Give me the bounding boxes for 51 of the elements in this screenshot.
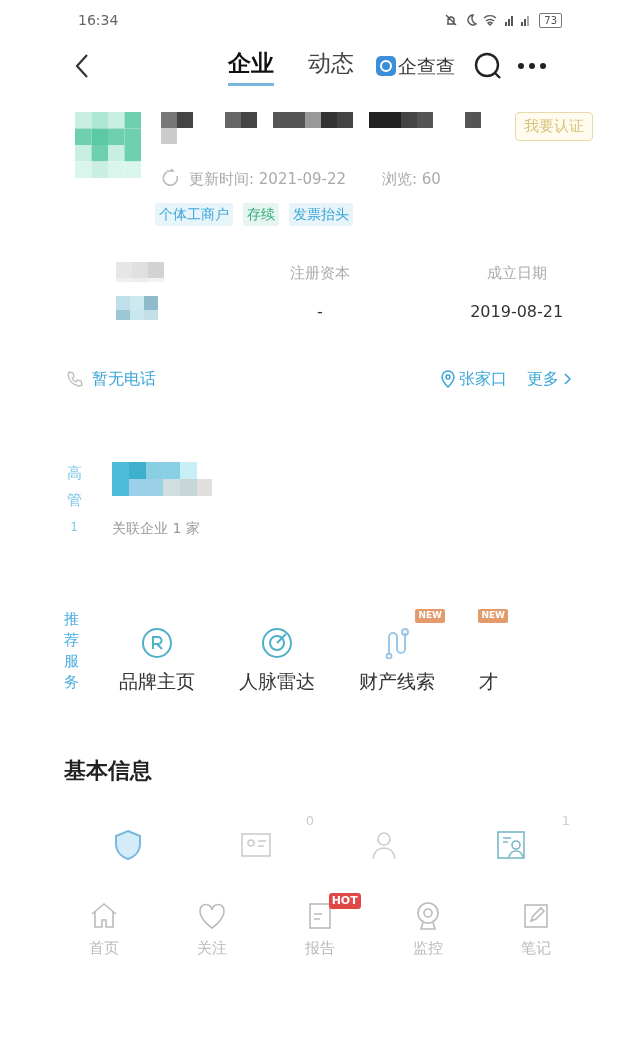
section-side-label: 推荐服务 <box>64 609 79 693</box>
registered-mark-icon <box>141 627 173 659</box>
location-link[interactable]: 张家口 <box>441 367 507 391</box>
tag: 发票抬头 <box>289 202 353 226</box>
executive-count: 1 <box>70 519 78 536</box>
hot-badge: HOT <box>328 892 361 909</box>
shield-icon[interactable] <box>112 828 144 861</box>
location-pin-icon <box>441 370 455 388</box>
more-link[interactable]: 更多 <box>527 367 572 391</box>
stat-value: 2019-08-21 <box>470 301 564 323</box>
new-badge: NEW <box>478 609 508 623</box>
logo-icon <box>376 56 396 76</box>
more-icon[interactable] <box>517 62 547 70</box>
service-item[interactable]: 财产线索 <box>359 627 435 696</box>
section-title: 基本信息 <box>63 756 153 785</box>
related-companies: 关联企业 1 家 <box>112 519 201 538</box>
update-time: 更新时间: 2021-09-22 <box>189 169 346 190</box>
home-icon <box>89 900 119 931</box>
brand-name: 企查查 <box>398 53 455 79</box>
battery-indicator: 73 <box>539 12 562 28</box>
nav-tab[interactable]: 笔记 <box>521 900 551 959</box>
section-side-label: 高管 <box>66 463 82 511</box>
phone-text: 暂无电话 <box>92 368 156 390</box>
chevron-right-icon <box>563 372 572 386</box>
nav-tab[interactable]: 关注 <box>197 900 227 959</box>
service-item[interactable]: 人脉雷达 <box>239 627 315 696</box>
phone-icon <box>66 370 84 388</box>
nav-tab[interactable]: 监控 <box>413 900 443 959</box>
redacted-logo <box>75 112 141 178</box>
wifi-icon <box>483 14 498 26</box>
tab[interactable]: 企业 <box>228 46 274 86</box>
tag: 个体工商户 <box>155 202 233 226</box>
stat-label: 注册资本 <box>290 262 350 284</box>
search-icon[interactable] <box>473 51 503 81</box>
stat-value: - <box>317 301 323 323</box>
nav-tab[interactable]: 首页 <box>89 900 119 959</box>
bell-off-icon <box>444 13 459 27</box>
redacted-label <box>116 261 164 282</box>
moon-icon <box>464 13 478 27</box>
view-count: 浏览: 60 <box>382 169 441 190</box>
claim-button[interactable]: 我要认证 <box>515 112 593 141</box>
radar-icon <box>261 627 293 659</box>
stat-label: 成立日期 <box>486 262 547 284</box>
service-item[interactable]: 品牌主页 <box>119 627 195 696</box>
new-badge: NEW <box>415 609 445 623</box>
redacted-value <box>116 295 160 320</box>
profile-card-icon[interactable] <box>496 828 528 861</box>
status-time: 16:34 <box>78 10 119 30</box>
service-item[interactable]: 才 <box>479 627 498 696</box>
tag: 存续 <box>243 202 279 226</box>
tab[interactable]: 动态 <box>308 46 354 86</box>
